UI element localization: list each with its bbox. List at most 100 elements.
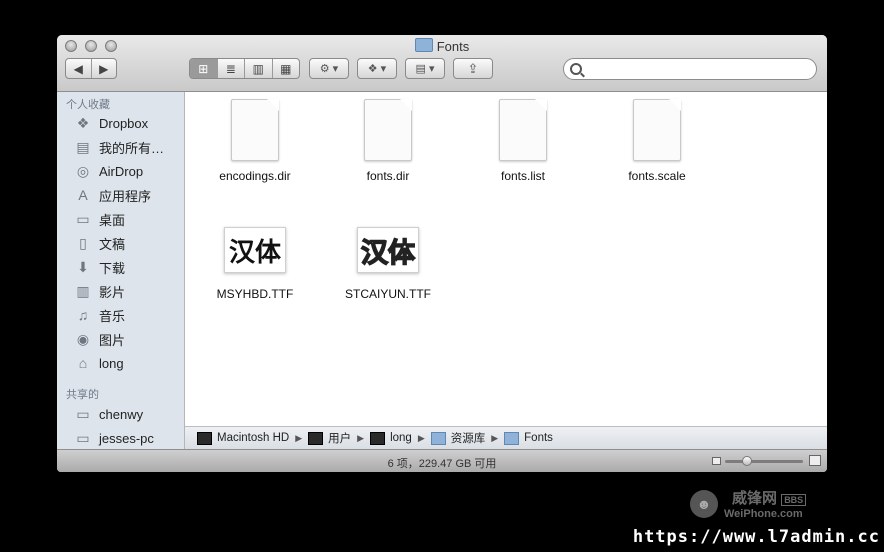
computer-icon: ▭ <box>76 405 90 422</box>
sidebar-item-label: 图片 <box>99 332 126 348</box>
file-name: MSYHBD.TTF <box>216 287 294 301</box>
back-button[interactable]: ◀ <box>66 59 92 78</box>
path-item[interactable]: Macintosh HD <box>197 431 290 445</box>
finder-window: Fonts ◀ ▶ ⊞ ≣ ▥ ▦ ⚙ ▾ ❖ ▾ ▤ ▾ ⇪ 个人收藏 ❖ Dr… <box>57 35 827 472</box>
cover-flow-button[interactable]: ▦ <box>271 59 300 78</box>
sidebar-item-label: AirDrop <box>99 163 144 179</box>
path-separator-icon: ▶ <box>295 432 303 443</box>
forward-button[interactable]: ▶ <box>92 59 117 78</box>
path-separator-icon: ▶ <box>357 432 365 443</box>
path-item-label: 资源库 <box>450 433 486 445</box>
document-icon <box>231 99 279 161</box>
sidebar-item-favorites-10[interactable]: ⌂ long <box>74 352 124 374</box>
file-name: fonts.dir <box>366 169 410 183</box>
all-files-icon: ▤ <box>76 138 90 155</box>
home-icon: ⌂ <box>78 355 88 371</box>
status-bar: 6 项，229.47 GB 可用 <box>57 449 827 472</box>
watermark-site: 威锋网 <box>732 490 778 507</box>
path-item[interactable]: long <box>370 431 412 445</box>
path-item[interactable]: Fonts <box>504 431 553 445</box>
sidebar-item-favorites-3[interactable]: A 应用程序 <box>74 184 151 206</box>
window-title: Fonts <box>57 38 827 54</box>
sidebar-item-label: 应用程序 <box>99 188 152 204</box>
action-menu-button[interactable]: ⚙ ▾ <box>309 58 349 79</box>
path-item-label: long <box>390 432 412 444</box>
share-button[interactable]: ⇪ <box>453 58 493 79</box>
favorites-header: 个人收藏 <box>66 99 110 111</box>
sidebar-item-favorites-7[interactable]: ▥ 影片 <box>74 280 125 302</box>
airdrop-icon: ◎ <box>76 162 90 179</box>
document-icon <box>364 99 412 161</box>
icon-size-slider[interactable] <box>725 456 803 466</box>
file-name: fonts.list <box>500 169 545 183</box>
slider-knob[interactable] <box>742 456 752 466</box>
movies-icon: ▥ <box>76 282 90 299</box>
column-view-button[interactable]: ▥ <box>244 59 272 78</box>
large-icon-size-icon <box>809 455 821 466</box>
search-field[interactable] <box>563 58 817 80</box>
weiphone-watermark: ☻ 威锋网 BBS WeiPhone.com <box>690 487 807 520</box>
sidebar-item-favorites-5[interactable]: ▯ 文稿 <box>74 232 125 254</box>
sidebar-item-label: jesses-pc <box>99 430 154 446</box>
small-icon-size-icon <box>712 457 721 465</box>
weiphone-logo-icon: ☻ <box>690 489 718 518</box>
path-separator-icon: ▶ <box>417 432 425 443</box>
file-item[interactable]: fonts.dir <box>328 99 448 183</box>
window-title-text: Fonts <box>436 39 470 54</box>
music-icon: ♫ <box>77 307 89 323</box>
sidebar-item-favorites-6[interactable]: ⬇ 下载 <box>74 256 125 278</box>
desktop-icon: ▭ <box>76 210 90 227</box>
sidebar-item-shared-1[interactable]: ▭ jesses-pc <box>74 427 154 449</box>
sidebar-item-favorites-8[interactable]: ♫ 音乐 <box>74 304 125 326</box>
file-item[interactable]: fonts.list <box>463 99 583 183</box>
dropbox-menu-button[interactable]: ❖ ▾ <box>357 58 397 79</box>
sidebar-item-label: Dropbox <box>99 115 149 131</box>
dropbox-icon: ❖ <box>76 114 90 131</box>
arrange-menu-button[interactable]: ▤ ▾ <box>405 58 445 79</box>
sidebar-item-label: long <box>99 355 124 371</box>
path-item[interactable]: 用户 <box>308 430 351 446</box>
volume-icon <box>370 431 386 445</box>
font-preview-icon: 汉体 <box>357 227 419 273</box>
sidebar-item-label: 影片 <box>99 284 126 300</box>
watermark-domain: WeiPhone.com <box>724 508 803 520</box>
volume-icon <box>308 431 324 445</box>
sidebar-item-label: 桌面 <box>99 212 126 228</box>
file-item[interactable]: fonts.scale <box>597 99 717 183</box>
file-item[interactable]: encodings.dir <box>195 99 315 183</box>
sidebar-item-label: 音乐 <box>99 308 126 324</box>
computer-icon: ▭ <box>76 429 90 446</box>
documents-icon: ▯ <box>79 234 87 251</box>
file-name: encodings.dir <box>219 169 291 183</box>
file-item[interactable]: 汉体 STCAIYUN.TTF <box>328 221 448 301</box>
file-item[interactable]: 汉体 MSYHBD.TTF <box>195 221 315 301</box>
sidebar-item-shared-0[interactable]: ▭ chenwy <box>74 403 143 425</box>
file-grid: encodings.dir fonts.dir fonts.list fonts.sc… <box>185 92 827 426</box>
toolbar: Fonts ◀ ▶ ⊞ ≣ ▥ ▦ ⚙ ▾ ❖ ▾ ▤ ▾ ⇪ <box>57 35 827 92</box>
search-icon <box>570 63 582 75</box>
sidebar-item-label: 下载 <box>99 260 126 276</box>
view-mode-control: ⊞ ≣ ▥ ▦ <box>189 58 300 79</box>
document-icon <box>633 99 681 161</box>
folder-icon <box>430 431 446 445</box>
url-watermark: https://www.l7admin.cc <box>632 527 880 547</box>
shared-header: 共享的 <box>66 389 99 401</box>
downloads-icon: ⬇ <box>77 258 89 275</box>
sidebar-item-favorites-1[interactable]: ▤ 我的所有… <box>74 136 164 158</box>
folder-icon <box>504 431 520 445</box>
sidebar-item-favorites-2[interactable]: ◎ AirDrop <box>74 160 143 182</box>
document-icon <box>499 99 547 161</box>
path-item-label: Fonts <box>524 432 553 444</box>
sidebar-item-favorites-9[interactable]: ◉ 图片 <box>74 328 125 350</box>
path-separator-icon: ▶ <box>491 432 499 443</box>
path-item-label: Macintosh HD <box>217 432 290 444</box>
list-view-button[interactable]: ≣ <box>216 59 245 78</box>
path-item-label: 用户 <box>328 433 352 445</box>
sidebar-item-favorites-4[interactable]: ▭ 桌面 <box>74 208 125 230</box>
path-item[interactable]: 资源库 <box>430 430 486 446</box>
search-input[interactable] <box>586 61 814 79</box>
file-name: STCAIYUN.TTF <box>345 287 431 301</box>
icon-view-button[interactable]: ⊞ <box>190 59 217 78</box>
sidebar: 个人收藏 ❖ Dropbox ▤ 我的所有… ◎ AirDrop A 应用程序 ▭ 桌面 ▯ 文稿 ⬇ 下… <box>57 92 185 449</box>
sidebar-item-favorites-0[interactable]: ❖ Dropbox <box>74 112 148 134</box>
